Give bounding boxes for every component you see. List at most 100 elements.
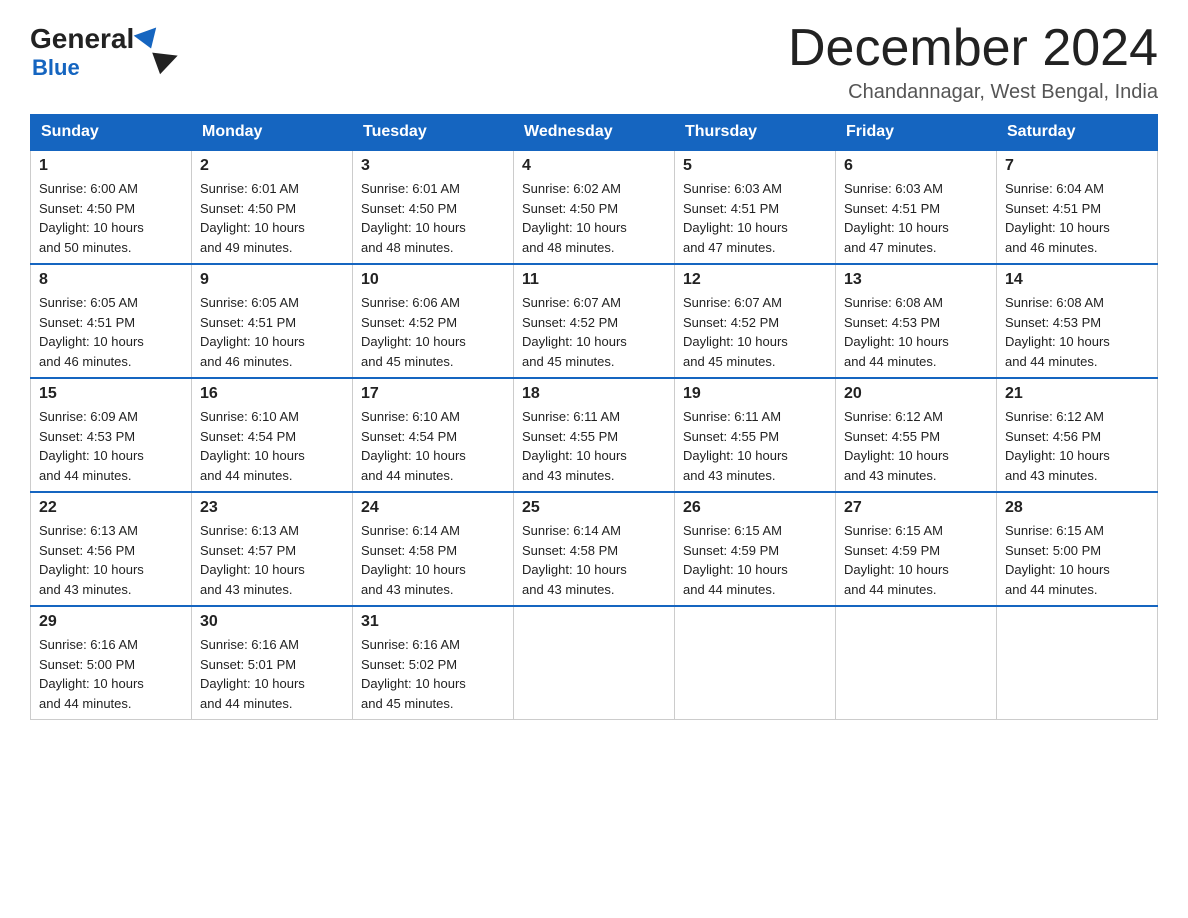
day-number: 15 xyxy=(39,385,183,403)
calendar-table: Sunday Monday Tuesday Wednesday Thursday… xyxy=(30,114,1158,720)
day-info: Sunrise: 6:10 AM Sunset: 4:54 PM Dayligh… xyxy=(200,407,344,485)
day-info: Sunrise: 6:04 AM Sunset: 4:51 PM Dayligh… xyxy=(1005,179,1149,257)
title-area: December 2024 Chandannagar, West Bengal,… xyxy=(788,20,1158,104)
day-number: 8 xyxy=(39,271,183,289)
calendar-cell: 13 Sunrise: 6:08 AM Sunset: 4:53 PM Dayl… xyxy=(836,264,997,378)
day-info: Sunrise: 6:08 AM Sunset: 4:53 PM Dayligh… xyxy=(1005,293,1149,371)
day-info: Sunrise: 6:05 AM Sunset: 4:51 PM Dayligh… xyxy=(39,293,183,371)
day-number: 26 xyxy=(683,499,827,517)
day-number: 31 xyxy=(361,613,505,631)
day-number: 11 xyxy=(522,271,666,289)
day-info: Sunrise: 6:05 AM Sunset: 4:51 PM Dayligh… xyxy=(200,293,344,371)
calendar-cell: 15 Sunrise: 6:09 AM Sunset: 4:53 PM Dayl… xyxy=(31,378,192,492)
day-info: Sunrise: 6:14 AM Sunset: 4:58 PM Dayligh… xyxy=(361,521,505,599)
calendar-cell: 22 Sunrise: 6:13 AM Sunset: 4:56 PM Dayl… xyxy=(31,492,192,606)
day-info: Sunrise: 6:16 AM Sunset: 5:02 PM Dayligh… xyxy=(361,635,505,713)
day-number: 2 xyxy=(200,157,344,175)
week-row-2: 8 Sunrise: 6:05 AM Sunset: 4:51 PM Dayli… xyxy=(31,264,1158,378)
day-info: Sunrise: 6:11 AM Sunset: 4:55 PM Dayligh… xyxy=(522,407,666,485)
week-row-4: 22 Sunrise: 6:13 AM Sunset: 4:56 PM Dayl… xyxy=(31,492,1158,606)
calendar-cell: 16 Sunrise: 6:10 AM Sunset: 4:54 PM Dayl… xyxy=(192,378,353,492)
header-friday: Friday xyxy=(836,115,997,151)
day-info: Sunrise: 6:00 AM Sunset: 4:50 PM Dayligh… xyxy=(39,179,183,257)
calendar-cell: 11 Sunrise: 6:07 AM Sunset: 4:52 PM Dayl… xyxy=(514,264,675,378)
header-sunday: Sunday xyxy=(31,115,192,151)
calendar-cell: 3 Sunrise: 6:01 AM Sunset: 4:50 PM Dayli… xyxy=(353,150,514,264)
logo-blue-text: Blue xyxy=(30,55,80,81)
calendar-cell: 4 Sunrise: 6:02 AM Sunset: 4:50 PM Dayli… xyxy=(514,150,675,264)
day-number: 12 xyxy=(683,271,827,289)
day-info: Sunrise: 6:09 AM Sunset: 4:53 PM Dayligh… xyxy=(39,407,183,485)
calendar-cell: 19 Sunrise: 6:11 AM Sunset: 4:55 PM Dayl… xyxy=(675,378,836,492)
day-number: 28 xyxy=(1005,499,1149,517)
day-number: 4 xyxy=(522,157,666,175)
calendar-cell: 28 Sunrise: 6:15 AM Sunset: 5:00 PM Dayl… xyxy=(997,492,1158,606)
day-number: 10 xyxy=(361,271,505,289)
day-number: 6 xyxy=(844,157,988,175)
day-info: Sunrise: 6:13 AM Sunset: 4:57 PM Dayligh… xyxy=(200,521,344,599)
calendar-cell: 21 Sunrise: 6:12 AM Sunset: 4:56 PM Dayl… xyxy=(997,378,1158,492)
header-saturday: Saturday xyxy=(997,115,1158,151)
day-number: 23 xyxy=(200,499,344,517)
day-info: Sunrise: 6:11 AM Sunset: 4:55 PM Dayligh… xyxy=(683,407,827,485)
calendar-cell: 27 Sunrise: 6:15 AM Sunset: 4:59 PM Dayl… xyxy=(836,492,997,606)
calendar-cell: 18 Sunrise: 6:11 AM Sunset: 4:55 PM Dayl… xyxy=(514,378,675,492)
week-row-3: 15 Sunrise: 6:09 AM Sunset: 4:53 PM Dayl… xyxy=(31,378,1158,492)
calendar-cell: 9 Sunrise: 6:05 AM Sunset: 4:51 PM Dayli… xyxy=(192,264,353,378)
day-info: Sunrise: 6:01 AM Sunset: 4:50 PM Dayligh… xyxy=(200,179,344,257)
calendar-cell: 12 Sunrise: 6:07 AM Sunset: 4:52 PM Dayl… xyxy=(675,264,836,378)
calendar-cell xyxy=(675,606,836,720)
calendar-cell: 8 Sunrise: 6:05 AM Sunset: 4:51 PM Dayli… xyxy=(31,264,192,378)
calendar-cell: 17 Sunrise: 6:10 AM Sunset: 4:54 PM Dayl… xyxy=(353,378,514,492)
week-row-1: 1 Sunrise: 6:00 AM Sunset: 4:50 PM Dayli… xyxy=(31,150,1158,264)
day-info: Sunrise: 6:16 AM Sunset: 5:01 PM Dayligh… xyxy=(200,635,344,713)
calendar-cell: 20 Sunrise: 6:12 AM Sunset: 4:55 PM Dayl… xyxy=(836,378,997,492)
day-number: 21 xyxy=(1005,385,1149,403)
calendar-cell: 30 Sunrise: 6:16 AM Sunset: 5:01 PM Dayl… xyxy=(192,606,353,720)
calendar-cell: 24 Sunrise: 6:14 AM Sunset: 4:58 PM Dayl… xyxy=(353,492,514,606)
day-number: 22 xyxy=(39,499,183,517)
weekday-header-row: Sunday Monday Tuesday Wednesday Thursday… xyxy=(31,115,1158,151)
calendar-cell: 7 Sunrise: 6:04 AM Sunset: 4:51 PM Dayli… xyxy=(997,150,1158,264)
day-number: 24 xyxy=(361,499,505,517)
header-tuesday: Tuesday xyxy=(353,115,514,151)
day-info: Sunrise: 6:10 AM Sunset: 4:54 PM Dayligh… xyxy=(361,407,505,485)
calendar-cell xyxy=(836,606,997,720)
day-number: 18 xyxy=(522,385,666,403)
logo: General▶ Blue xyxy=(30,20,160,81)
day-number: 27 xyxy=(844,499,988,517)
header-monday: Monday xyxy=(192,115,353,151)
day-number: 29 xyxy=(39,613,183,631)
day-number: 5 xyxy=(683,157,827,175)
day-number: 14 xyxy=(1005,271,1149,289)
day-info: Sunrise: 6:12 AM Sunset: 4:56 PM Dayligh… xyxy=(1005,407,1149,485)
day-info: Sunrise: 6:02 AM Sunset: 4:50 PM Dayligh… xyxy=(522,179,666,257)
day-info: Sunrise: 6:13 AM Sunset: 4:56 PM Dayligh… xyxy=(39,521,183,599)
location-subtitle: Chandannagar, West Bengal, India xyxy=(788,81,1158,104)
day-number: 9 xyxy=(200,271,344,289)
week-row-5: 29 Sunrise: 6:16 AM Sunset: 5:00 PM Dayl… xyxy=(31,606,1158,720)
header-wednesday: Wednesday xyxy=(514,115,675,151)
header-thursday: Thursday xyxy=(675,115,836,151)
calendar-cell: 10 Sunrise: 6:06 AM Sunset: 4:52 PM Dayl… xyxy=(353,264,514,378)
calendar-cell: 31 Sunrise: 6:16 AM Sunset: 5:02 PM Dayl… xyxy=(353,606,514,720)
calendar-cell: 1 Sunrise: 6:00 AM Sunset: 4:50 PM Dayli… xyxy=(31,150,192,264)
day-number: 3 xyxy=(361,157,505,175)
calendar-cell: 5 Sunrise: 6:03 AM Sunset: 4:51 PM Dayli… xyxy=(675,150,836,264)
calendar-cell: 26 Sunrise: 6:15 AM Sunset: 4:59 PM Dayl… xyxy=(675,492,836,606)
calendar-cell: 25 Sunrise: 6:14 AM Sunset: 4:58 PM Dayl… xyxy=(514,492,675,606)
day-info: Sunrise: 6:08 AM Sunset: 4:53 PM Dayligh… xyxy=(844,293,988,371)
day-number: 1 xyxy=(39,157,183,175)
calendar-cell xyxy=(514,606,675,720)
logo-triangle-icon: ▶ xyxy=(134,27,163,52)
day-info: Sunrise: 6:03 AM Sunset: 4:51 PM Dayligh… xyxy=(844,179,988,257)
day-info: Sunrise: 6:01 AM Sunset: 4:50 PM Dayligh… xyxy=(361,179,505,257)
day-number: 7 xyxy=(1005,157,1149,175)
day-number: 17 xyxy=(361,385,505,403)
day-number: 30 xyxy=(200,613,344,631)
day-info: Sunrise: 6:16 AM Sunset: 5:00 PM Dayligh… xyxy=(39,635,183,713)
calendar-cell: 6 Sunrise: 6:03 AM Sunset: 4:51 PM Dayli… xyxy=(836,150,997,264)
day-info: Sunrise: 6:15 AM Sunset: 5:00 PM Dayligh… xyxy=(1005,521,1149,599)
day-info: Sunrise: 6:12 AM Sunset: 4:55 PM Dayligh… xyxy=(844,407,988,485)
month-title: December 2024 xyxy=(788,20,1158,77)
